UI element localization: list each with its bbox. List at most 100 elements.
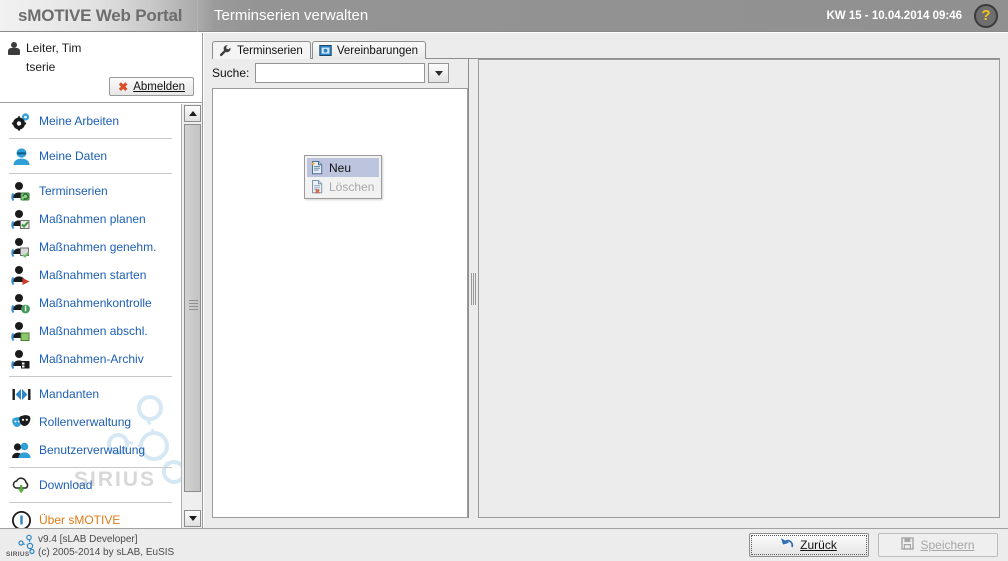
nav-list: SIRIUS Meine Arbeiten Meine Daten Termin… xyxy=(0,104,181,528)
copyright-text: (c) 2005-2014 by sLAB, EuSIS xyxy=(38,547,175,558)
sidebar: Leiter, Tim tserie ✖ Abmelden SIRIUS Mei… xyxy=(0,33,203,528)
version-block: v9.4 [sLAB Developer] (c) 2005-2014 by s… xyxy=(38,533,174,559)
new-document-icon xyxy=(310,160,324,175)
nav-items: Meine Arbeiten Meine Daten Terminserien … xyxy=(0,104,181,528)
sidebar-item-label: Rollenverwaltung xyxy=(39,415,132,429)
users-icon xyxy=(11,440,32,461)
sidebar-item-label: Meine Daten xyxy=(39,149,108,163)
person-plan-icon xyxy=(11,209,32,230)
splitter-grip[interactable] xyxy=(471,272,476,305)
user-login: tserie xyxy=(26,60,56,74)
sidebar-item-label: Download xyxy=(39,478,93,492)
sidebar-item-label: Maßnahmenkontrolle xyxy=(39,296,152,310)
search-row: Suche: xyxy=(212,63,450,83)
sidebar-item-label: Meine Arbeiten xyxy=(39,114,120,128)
detail-pane xyxy=(478,59,1000,518)
back-button[interactable]: Zurück xyxy=(749,533,869,557)
sidebar-item-label: Maßnahmen abschl. xyxy=(39,324,148,338)
sidebar-item-massnahmen-archiv[interactable]: Maßnahmen-Archiv xyxy=(0,345,181,373)
person-archive-icon xyxy=(11,349,32,370)
logout-label: Abmelden xyxy=(133,80,185,93)
person-start-icon xyxy=(11,265,32,286)
sidebar-item-terminserien[interactable]: Terminserien xyxy=(0,177,181,205)
scroll-down-arrow-icon[interactable] xyxy=(184,510,201,527)
footer-buttons: Zurück Speichern xyxy=(749,533,998,557)
nav-separator xyxy=(9,502,172,503)
red-x-icon: ✖ xyxy=(118,79,129,94)
sidebar-item-massnahmen-abschl[interactable]: Maßnahmen abschl. xyxy=(0,317,181,345)
sidebar-item-label: Maßnahmen starten xyxy=(39,268,147,282)
pane-splitter[interactable] xyxy=(468,59,477,518)
blue-window-icon xyxy=(319,44,332,57)
tab-terminserien[interactable]: Terminserien xyxy=(212,41,311,59)
chevron-down-icon[interactable] xyxy=(428,63,450,83)
terminserien-list-panel[interactable]: Neu Löschen xyxy=(212,88,468,518)
help-question-icon[interactable]: ? xyxy=(974,3,998,28)
info-icon xyxy=(11,510,32,528)
sidebar-item-meine-arbeiten[interactable]: Meine Arbeiten xyxy=(0,107,181,135)
context-menu-item-label: Löschen xyxy=(329,179,375,194)
sidebar-item-label: Mandanten xyxy=(39,387,100,401)
wrench-icon xyxy=(219,44,232,57)
person-complete-icon xyxy=(11,321,32,342)
tab-bar: Terminserien Vereinbarungen xyxy=(212,41,427,59)
back-arrow-icon xyxy=(781,537,794,553)
gears-icon xyxy=(11,111,32,132)
search-label: Suche: xyxy=(212,66,250,80)
title-bar: sMOTIVE Web Portal Terminserien verwalte… xyxy=(0,0,1008,32)
sidebar-item-massnahmen-starten[interactable]: Maßnahmen starten xyxy=(0,261,181,289)
sidebar-item-label: Maßnahmen planen xyxy=(39,212,146,226)
person-icon xyxy=(8,41,20,55)
svg-text:SIRIUS: SIRIUS xyxy=(6,551,30,558)
splitter-bar xyxy=(468,59,469,518)
search-combo xyxy=(255,63,450,83)
tab-label: Terminserien xyxy=(237,44,303,57)
sidebar-item-massnahmen-planen[interactable]: Maßnahmen planen xyxy=(0,205,181,233)
sidebar-item-label: Maßnahmen genehm. xyxy=(39,240,157,254)
scrollbar-thumb[interactable] xyxy=(184,124,201,492)
context-menu-item-loeschen: Löschen xyxy=(307,177,379,196)
sidebar-item-ueber-smotive[interactable]: Über sMOTIVE xyxy=(0,506,181,528)
search-input[interactable] xyxy=(255,63,426,83)
delete-document-icon xyxy=(310,179,324,194)
context-menu-item-neu[interactable]: Neu xyxy=(307,158,379,177)
left-pane: Suche: Neu Löschen xyxy=(212,59,472,518)
main-content: Terminserien Vereinbarungen Suche: Neu L… xyxy=(204,33,1008,528)
user-box: Leiter, Tim tserie ✖ Abmelden xyxy=(0,33,202,103)
page-title: Terminserien verwalten xyxy=(214,7,369,24)
sidebar-item-label: Benutzerverwaltung xyxy=(39,443,146,457)
scroll-up-arrow-icon[interactable] xyxy=(184,105,201,122)
sidebar-item-rollenverwaltung[interactable]: Rollenverwaltung xyxy=(0,408,181,436)
app-brand: sMOTIVE Web Portal xyxy=(18,5,183,25)
nav-separator xyxy=(9,138,172,139)
masks-icon xyxy=(11,412,32,433)
sidebar-item-label: Über sMOTIVE xyxy=(39,513,121,527)
download-cloud-icon xyxy=(11,475,32,496)
sidebar-item-massnahmenkontrolle[interactable]: Maßnahmenkontrolle xyxy=(0,289,181,317)
nav-separator xyxy=(9,376,172,377)
sidebar-item-benutzerverwaltung[interactable]: Benutzerverwaltung xyxy=(0,436,181,464)
sidebar-item-mandanten[interactable]: Mandanten xyxy=(0,380,181,408)
nav-wrapper: SIRIUS Meine Arbeiten Meine Daten Termin… xyxy=(0,104,202,528)
sidebar-item-massnahmen-genehm[interactable]: Maßnahmen genehm. xyxy=(0,233,181,261)
nav-separator xyxy=(9,467,172,468)
person-control-icon xyxy=(11,293,32,314)
calendar-week-clock: KW 15 - 10.04.2014 09:46 xyxy=(826,9,962,22)
mandanten-arrows-icon xyxy=(11,384,32,405)
sidebar-scrollbar[interactable] xyxy=(181,104,202,528)
nav-separator xyxy=(9,173,172,174)
sidebar-item-label: Maßnahmen-Archiv xyxy=(39,352,144,366)
back-button-label: Zurück xyxy=(800,538,837,552)
footer-bar: SIRIUS v9.4 [sLAB Developer] (c) 2005-20… xyxy=(0,528,1008,561)
sidebar-item-download[interactable]: Download xyxy=(0,471,181,499)
user-blue-icon xyxy=(11,146,32,167)
sidebar-item-label: Terminserien xyxy=(39,184,108,198)
tab-vereinbarungen[interactable]: Vereinbarungen xyxy=(311,41,427,59)
logout-button[interactable]: ✖ Abmelden xyxy=(109,77,194,96)
user-name-row: Leiter, Tim xyxy=(8,39,194,57)
save-disk-icon xyxy=(901,537,915,553)
sidebar-item-meine-daten[interactable]: Meine Daten xyxy=(0,142,181,170)
save-button-label: Speichern xyxy=(920,538,975,552)
person-recurrence-icon xyxy=(11,181,32,202)
scrollbar-grip xyxy=(189,300,198,310)
